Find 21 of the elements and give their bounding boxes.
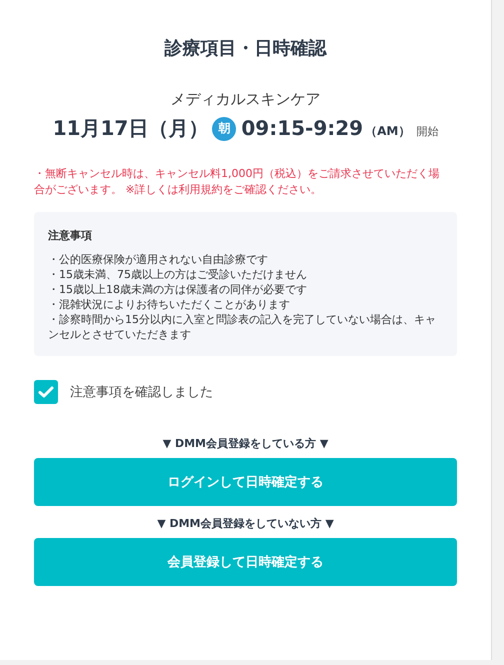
notes-heading: 注意事項	[48, 228, 93, 243]
cancel-notice: ・無断キャンセル時は、キャンセル料1,000円（税込）をご請求させていただく場合がございます。 ※詳しくは利用規約をご確認ください。	[34, 166, 440, 198]
note-item: ・公的医療保険が適用されない自由診療です	[48, 252, 269, 267]
period-badge: 朝	[212, 116, 236, 140]
confirm-button[interactable]: ログインして日時確定する	[34, 458, 457, 506]
start-text: 開始	[416, 124, 438, 139]
note-item: ・混雑状況によりお待ちいただくことがあります	[48, 297, 291, 312]
checkbox[interactable]	[34, 380, 58, 404]
page-title: 診療項目・日時確認	[163, 37, 328, 60]
note-item: ・15歳以上18歳未満の方は保護者の同伴が必要です	[48, 282, 308, 297]
note-item: ・診察時間から15分以内に入室と問診表の記入を完了していない場合は、キャンセルとさせていただきます	[48, 312, 437, 342]
member-heading: ▼ DMM会員登録をしている方 ▼	[162, 436, 328, 451]
note-item: ・15歳未満、75歳以上の方はご受診いただけません	[48, 267, 308, 282]
menu-name: メディカルスキンケア	[170, 90, 322, 109]
date-text: 11月17日（月）	[52, 115, 208, 142]
member-heading: ▼ DMM会員登録をしていない方 ▼	[157, 516, 334, 531]
confirm-button[interactable]: 会員登録して日時確定する	[34, 538, 457, 586]
ampm-text: （AM）	[365, 123, 410, 140]
time-text: 09:15-9:29	[241, 116, 364, 140]
checkbox-label: 注意事項を確認しました	[70, 384, 213, 401]
check-icon	[38, 385, 54, 399]
